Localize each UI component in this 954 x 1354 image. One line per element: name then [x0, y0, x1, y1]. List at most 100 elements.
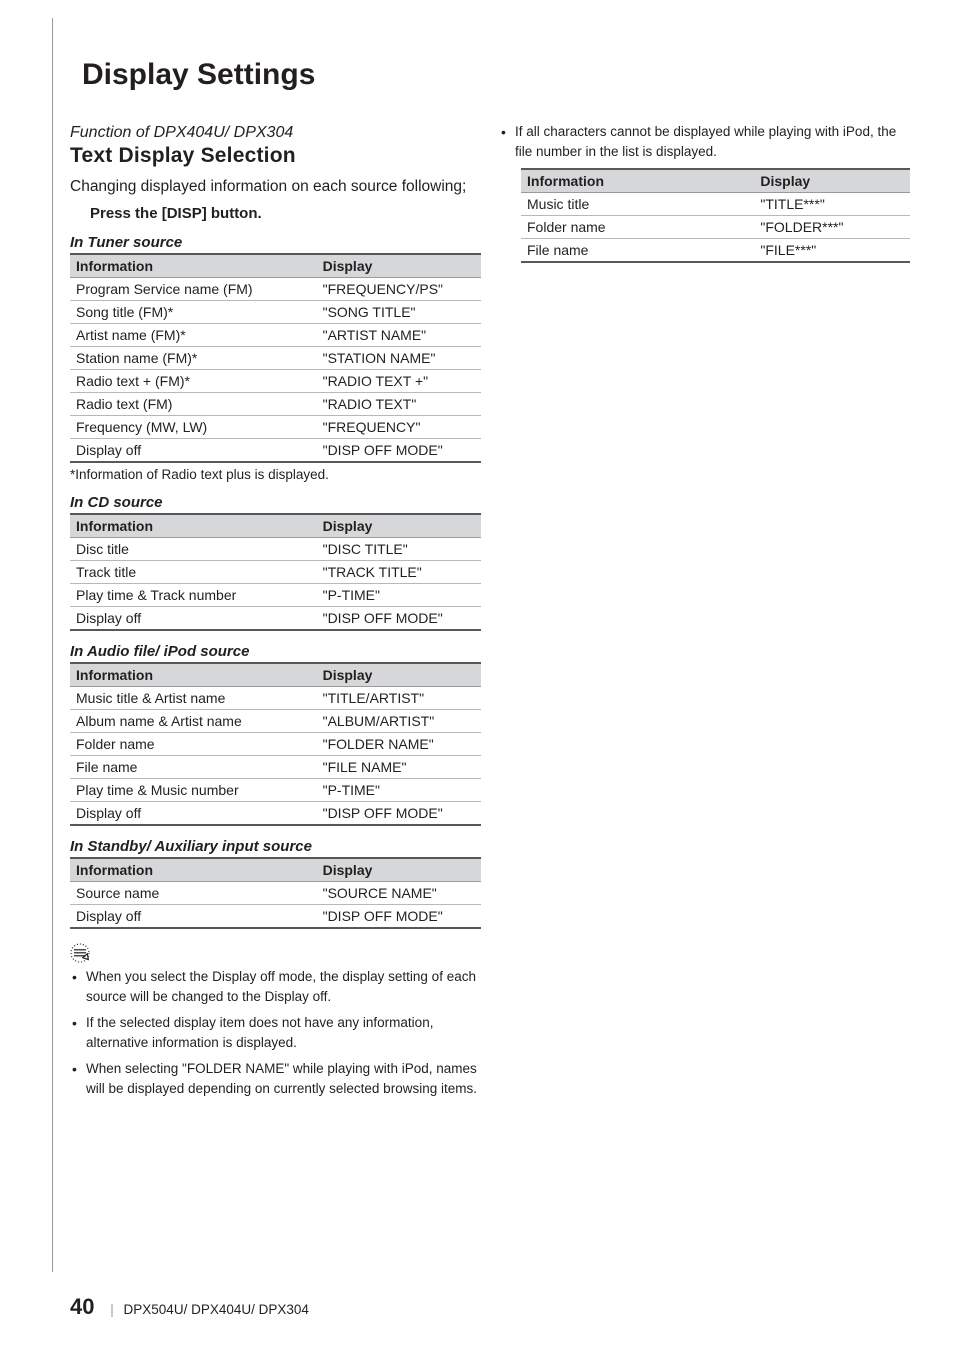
footer-models: DPX504U/ DPX404U/ DPX304 [124, 1302, 309, 1317]
table-row: Music title & Artist name"TITLE/ARTIST" [70, 687, 481, 710]
table-row: Display off"DISP OFF MODE" [70, 905, 481, 929]
audio-block: In Audio file/ iPod source Information D… [70, 643, 481, 826]
cd-block: In CD source Information Display Disc ti… [70, 494, 481, 631]
cd-heading: In CD source [70, 494, 481, 511]
display-cell: "FREQUENCY/PS" [317, 278, 481, 301]
notes-block: When you select the Display off mode, th… [70, 943, 481, 1099]
standby-heading: In Standby/ Auxiliary input source [70, 838, 481, 855]
display-cell: "DISP OFF MODE" [317, 802, 481, 826]
tuner-footnote: *Information of Radio text plus is displ… [70, 467, 481, 482]
table-row: Display off"DISP OFF MODE" [70, 802, 481, 826]
info-cell: Artist name (FM)* [70, 324, 317, 347]
info-cell: Song title (FM)* [70, 301, 317, 324]
info-cell: Folder name [70, 733, 317, 756]
notes-list: When you select the Display off mode, th… [70, 967, 481, 1099]
cd-rows: Disc title"DISC TITLE"Track title"TRACK … [70, 538, 481, 631]
info-cell: Display off [70, 802, 317, 826]
standby-rows: Source name"SOURCE NAME"Display off"DISP… [70, 882, 481, 929]
table-row: File name"FILE NAME" [70, 756, 481, 779]
info-cell: Radio text (FM) [70, 393, 317, 416]
audio-rows: Music title & Artist name"TITLE/ARTIST"A… [70, 687, 481, 826]
table-row: Album name & Artist name"ALBUM/ARTIST" [70, 710, 481, 733]
audio-heading: In Audio file/ iPod source [70, 643, 481, 660]
info-cell: Disc title [70, 538, 317, 561]
intro-block: Function of DPX404U/ DPX304 Text Display… [70, 124, 481, 222]
table-row: Disc title"DISC TITLE" [70, 538, 481, 561]
col-header-disp: Display [317, 858, 481, 882]
ipod-rows: Music title"TITLE***"Folder name"FOLDER*… [521, 192, 910, 262]
ipod-note-block: If all characters cannot be displayed wh… [499, 122, 910, 263]
info-cell: Music title [521, 192, 754, 215]
info-cell: Music title & Artist name [70, 687, 317, 710]
step-1: Press the [DISP] button. [90, 205, 481, 222]
info-cell: Radio text + (FM)* [70, 370, 317, 393]
table-row: Source name"SOURCE NAME" [70, 882, 481, 905]
note-item: If the selected display item does not ha… [86, 1013, 481, 1053]
info-cell: Display off [70, 607, 317, 631]
info-cell: Track title [70, 561, 317, 584]
note-icon [70, 943, 481, 965]
tuner-rows: Program Service name (FM)"FREQUENCY/PS"S… [70, 278, 481, 463]
display-cell: "FREQUENCY" [317, 416, 481, 439]
display-cell: "TITLE/ARTIST" [317, 687, 481, 710]
info-cell: Display off [70, 439, 317, 463]
intro-paragraph: Changing displayed information on each s… [70, 176, 481, 197]
table-row: Play time & Music number"P-TIME" [70, 779, 481, 802]
info-cell: Play time & Music number [70, 779, 317, 802]
info-cell: Frequency (MW, LW) [70, 416, 317, 439]
standby-table: Information Display Source name"SOURCE N… [70, 857, 481, 929]
table-row: Display off"DISP OFF MODE" [70, 607, 481, 631]
page-number: 40 [70, 1294, 94, 1319]
display-cell: "DISC TITLE" [317, 538, 481, 561]
info-cell: Source name [70, 882, 317, 905]
note-item: When selecting "FOLDER NAME" while playi… [86, 1059, 481, 1099]
display-cell: "DISP OFF MODE" [317, 439, 481, 463]
note-item: If all characters cannot be displayed wh… [515, 122, 910, 162]
col-header-info: Information [521, 169, 754, 193]
info-cell: Program Service name (FM) [70, 278, 317, 301]
col-header-disp: Display [317, 663, 481, 687]
col-header-disp: Display [754, 169, 910, 193]
col-header-info: Information [70, 514, 317, 538]
display-cell: "P-TIME" [317, 779, 481, 802]
ipod-note-list: If all characters cannot be displayed wh… [499, 122, 910, 162]
col-header-disp: Display [317, 254, 481, 278]
content-columns: Function of DPX404U/ DPX304 Text Display… [70, 120, 910, 1105]
table-row: Play time & Track number"P-TIME" [70, 584, 481, 607]
audio-table: Information Display Music title & Artist… [70, 662, 481, 826]
table-row: Artist name (FM)*"ARTIST NAME" [70, 324, 481, 347]
col-header-info: Information [70, 254, 317, 278]
display-cell: "STATION NAME" [317, 347, 481, 370]
info-cell: File name [521, 238, 754, 262]
standby-block: In Standby/ Auxiliary input source Infor… [70, 838, 481, 929]
footer-separator: | [110, 1302, 114, 1317]
table-row: Frequency (MW, LW)"FREQUENCY" [70, 416, 481, 439]
tuner-table: Information Display Program Service name… [70, 253, 481, 463]
cd-table: Information Display Disc title"DISC TITL… [70, 513, 481, 631]
display-cell: "ARTIST NAME" [317, 324, 481, 347]
page-footer: 40 | DPX504U/ DPX404U/ DPX304 [70, 1294, 309, 1320]
display-cell: "DISP OFF MODE" [317, 607, 481, 631]
display-cell: "FOLDER NAME" [317, 733, 481, 756]
table-row: Track title"TRACK TITLE" [70, 561, 481, 584]
display-cell: "P-TIME" [317, 584, 481, 607]
display-cell: "SOURCE NAME" [317, 882, 481, 905]
display-cell: "RADIO TEXT" [317, 393, 481, 416]
display-cell: "TRACK TITLE" [317, 561, 481, 584]
section-title: Text Display Selection [70, 144, 481, 168]
tuner-block: In Tuner source Information Display Prog… [70, 234, 481, 482]
table-row: Folder name"FOLDER NAME" [70, 733, 481, 756]
col-header-info: Information [70, 663, 317, 687]
display-cell: "SONG TITLE" [317, 301, 481, 324]
display-cell: "FOLDER***" [754, 215, 910, 238]
table-row: File name"FILE***" [521, 238, 910, 262]
table-row: Station name (FM)*"STATION NAME" [70, 347, 481, 370]
chapter-title: Display Settings [82, 58, 315, 92]
display-cell: "DISP OFF MODE" [317, 905, 481, 929]
side-rule [52, 18, 53, 1272]
tuner-heading: In Tuner source [70, 234, 481, 251]
display-cell: "ALBUM/ARTIST" [317, 710, 481, 733]
table-row: Display off"DISP OFF MODE" [70, 439, 481, 463]
info-cell: Folder name [521, 215, 754, 238]
table-row: Radio text (FM)"RADIO TEXT" [70, 393, 481, 416]
